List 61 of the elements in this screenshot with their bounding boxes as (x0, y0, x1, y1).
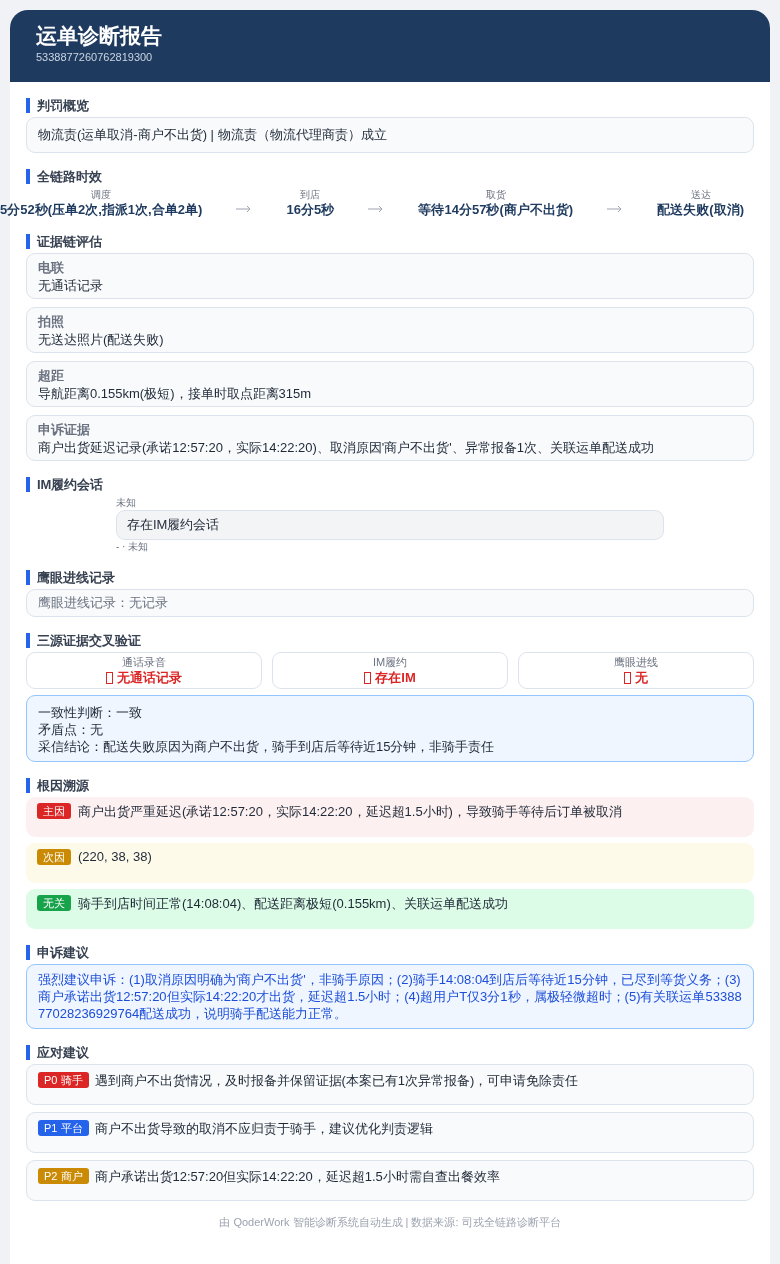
report-title: 运单诊断报告 (36, 23, 163, 49)
source-label: 通话录音 (121, 655, 167, 669)
status-note: 未知 (116, 496, 137, 510)
summary-line: 采信结论：配送失败原因为商户不出货，骑手到店后等待近15分钟，非骑手责任 (38, 738, 496, 755)
square-icon (624, 672, 631, 684)
penalty-summary: 物流责(运单取消-商户不出货) | 物流责（物流代理商责）成立 (26, 117, 754, 153)
square-icon (364, 672, 372, 684)
cause-tag: 次因 (37, 849, 71, 865)
section-title: 鹰眼进线记录 (26, 570, 115, 585)
evidence-text: 导航距离0.155km(极短)，接单时取点距离315m (38, 385, 313, 403)
section-title: 根因溯源 (26, 778, 89, 793)
section-title: 申诉建议 (26, 945, 89, 960)
evidence-label: 拍照 (38, 313, 65, 331)
step-label: 取货 (485, 188, 506, 201)
order-id: 5338877260762819300 (36, 50, 154, 64)
evidence-text: 无送达照片(配送失败) (38, 331, 165, 349)
cause-text: 商户出货严重延迟(承诺12:57:20，实际14:22:20，延迟超1.5小时)，导致骑手等待后订单被取消 (78, 803, 622, 821)
source-label: 鹰眼进线 (613, 655, 659, 669)
priority-tag: P0 骑手 (38, 1072, 89, 1088)
status-note: - · 未知 (116, 540, 150, 554)
section-title: 应对建议 (26, 1045, 89, 1060)
priority-tag: P2 商户 (38, 1168, 89, 1184)
step-duration: 配送失败(取消) (657, 201, 744, 218)
evidence-text: 无通话记录 (38, 277, 104, 295)
evidence-label: 申诉证据 (38, 421, 91, 439)
arrow-icon (236, 205, 253, 213)
evidence-text: 商户出货延迟记录(承诺12:57:20，实际14:22:20)、取消原因'商户不出货'、异常报备1次、关联运单配送成功 (38, 439, 656, 457)
source-label: IM履约 (371, 655, 409, 669)
source-value: 存在IM (375, 669, 416, 687)
cause-tag: 无关 (37, 895, 71, 911)
section-title: 证据链评估 (26, 234, 102, 249)
cause-tag: 主因 (37, 803, 71, 819)
source-value: 无 (635, 669, 648, 687)
im-message: 存在IM履约会话 (116, 510, 664, 540)
appeal-advice: 强烈建议申诉：(1)取消原因明确为'商户不出货'，非骑手原因；(2)骑手14:08:04到店后等待近15分钟，已尽到等货义务；(3)商户承诺出货12:57:20但实际14:22:20才出货，延迟超1.5小时；(4)超用户T仅3分1秒，属极轻微超时；(5)有关联运单5338877028236929764配送成功，说明骑手配送能力正常。 (26, 964, 754, 1029)
step-label: 送达 (690, 188, 711, 201)
footer-note: 由 QoderWork 智能诊断系统自动生成 | 数据来源: 司戎全链路诊断平台 (218, 1215, 562, 1230)
summary-line: 一致性判断：一致 (38, 704, 143, 721)
action-text: 遇到商户不出货情况，及时报备并保留证据(本案已有1次异常报备)，可申请免除责任 (94, 1072, 579, 1090)
action-text: 商户不出货导致的取消不应归责于骑手，建议优化判责逻辑 (94, 1120, 433, 1138)
evidence-label: 超距 (38, 367, 65, 385)
evidence-label: 电联 (38, 259, 65, 277)
section-title: IM履约会话 (26, 477, 104, 492)
step-duration: 等待14分57秒(商户不出货) (418, 201, 574, 218)
section-title: 判罚概览 (26, 98, 89, 113)
section-title: 三源证据交叉验证 (26, 633, 141, 648)
priority-tag: P1 平台 (38, 1120, 89, 1136)
summary-line: 矛盾点：无 (38, 721, 104, 738)
source-value: 无通话记录 (117, 669, 182, 687)
square-icon (106, 672, 113, 684)
arrow-icon (368, 205, 385, 213)
step-duration: 5分52秒(压单2次,指派1次,合单2单) (0, 201, 203, 218)
action-text: 商户承诺出货12:57:20但实际14:22:20，延迟超1.5小时需自查出餐效率 (94, 1168, 500, 1186)
step-label: 调度 (91, 188, 112, 201)
section-title: 全链路时效 (26, 169, 102, 184)
step-duration: 16分5秒 (286, 201, 335, 218)
eagle-record: 鹰眼进线记录：无记录 (26, 589, 754, 617)
cause-text: 骑手到店时间正常(14:08:04)、配送距离极短(0.155km)、关联运单配送成功 (78, 895, 508, 913)
cause-text: (220, 38, 38) (78, 849, 152, 864)
arrow-icon (607, 205, 624, 213)
step-label: 到店 (300, 188, 321, 201)
